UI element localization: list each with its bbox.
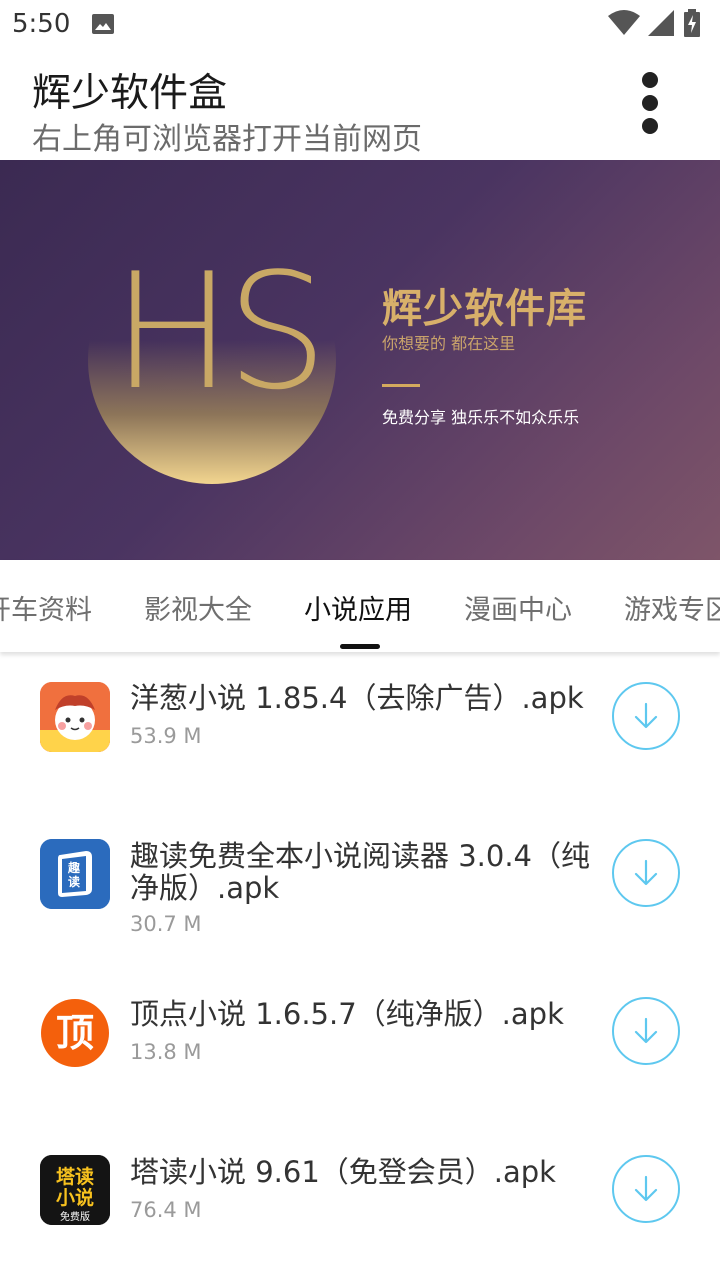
download-button[interactable] (612, 1155, 680, 1223)
download-button[interactable] (612, 997, 680, 1065)
banner-slogan: 你想要的 都在这里 (382, 334, 516, 353)
download-button[interactable] (612, 839, 680, 907)
item-name: 顶点小说 1.6.5.7（纯净版）.apk (130, 997, 564, 1031)
tab-yingshi[interactable]: 影视大全 (144, 588, 252, 627)
app-bar: 辉少软件盒 右上角可浏览器打开当前网页 (0, 50, 720, 160)
banner-title: 辉少软件库 (382, 286, 587, 332)
item-size: 76.4 M (130, 1198, 202, 1222)
list-item[interactable]: 趣 读 趣读免费全本小说阅读器 3.0.4（纯净版）.apk 30.7 M (0, 810, 720, 968)
qudu-app-icon: 趣 读 (40, 839, 110, 909)
tab-xiaoshuo[interactable]: 小说应用 (304, 588, 412, 627)
download-button[interactable] (612, 682, 680, 750)
tadu-app-icon: 塔读 小说 免费版 (40, 1155, 110, 1225)
tab-bar: 开车资料 影视大全 小说应用 漫画中心 游戏专区 (0, 560, 720, 652)
dingdian-app-icon: 顶 (40, 998, 110, 1068)
banner[interactable]: HS 辉少软件库 你想要的 都在这里 免费分享 独乐乐不如众乐乐 (0, 160, 720, 560)
dingdian-icon-text: 顶 (56, 1011, 94, 1055)
download-arrow-icon (634, 1017, 658, 1044)
item-size: 30.7 M (130, 912, 202, 936)
wifi-icon (608, 10, 640, 35)
tab-youxi[interactable]: 游戏专区 (624, 588, 720, 627)
tadu-icon-text-2: 小说 (56, 1186, 94, 1209)
image-icon (92, 14, 114, 34)
svg-text:读: 读 (68, 874, 80, 889)
onion-novel-app-icon (40, 682, 110, 752)
tab-indicator (340, 644, 380, 649)
signal-icon (648, 10, 674, 36)
item-name: 洋葱小说 1.85.4（去除广告）.apk (130, 681, 584, 715)
banner-logo: HS (112, 238, 328, 425)
list-item[interactable]: 顶 顶点小说 1.6.5.7（纯净版）.apk 13.8 M (0, 968, 720, 1126)
item-name: 塔读小说 9.61（免登会员）.apk (130, 1155, 556, 1189)
svg-text:趣: 趣 (67, 860, 81, 875)
app-title: 辉少软件盒 (32, 71, 228, 116)
app-subtitle: 右上角可浏览器打开当前网页 (32, 122, 422, 157)
tadu-icon-text-3: 免费版 (60, 1210, 90, 1223)
download-arrow-icon (634, 859, 658, 886)
status-right (608, 9, 708, 38)
tadu-icon-text-1: 塔读 (56, 1165, 94, 1188)
item-size: 53.9 M (130, 724, 202, 748)
tab-manhua[interactable]: 漫画中心 (464, 588, 572, 627)
tab-kaiche[interactable]: 开车资料 (0, 588, 92, 627)
item-size: 13.8 M (130, 1040, 202, 1064)
download-arrow-icon (634, 1175, 658, 1202)
status-time: 5:50 (12, 9, 71, 39)
app-list: 洋葱小说 1.85.4（去除广告）.apk 53.9 M 趣 读 趣读免费全本小… (0, 652, 720, 1280)
item-name: 趣读免费全本小说阅读器 3.0.4（纯净版）.apk (130, 839, 591, 905)
download-arrow-icon (634, 702, 658, 729)
list-item[interactable]: 塔读 小说 免费版 塔读小说 9.61（免登会员）.apk 76.4 M (0, 1126, 720, 1280)
banner-divider (382, 384, 420, 387)
battery-charging-icon (684, 9, 700, 37)
list-item[interactable]: 洋葱小说 1.85.4（去除广告）.apk 53.9 M (0, 652, 720, 810)
banner-tagline: 免费分享 独乐乐不如众乐乐 (382, 408, 580, 427)
more-vert-icon[interactable] (630, 70, 670, 138)
status-bar: 5:50 (0, 0, 720, 50)
